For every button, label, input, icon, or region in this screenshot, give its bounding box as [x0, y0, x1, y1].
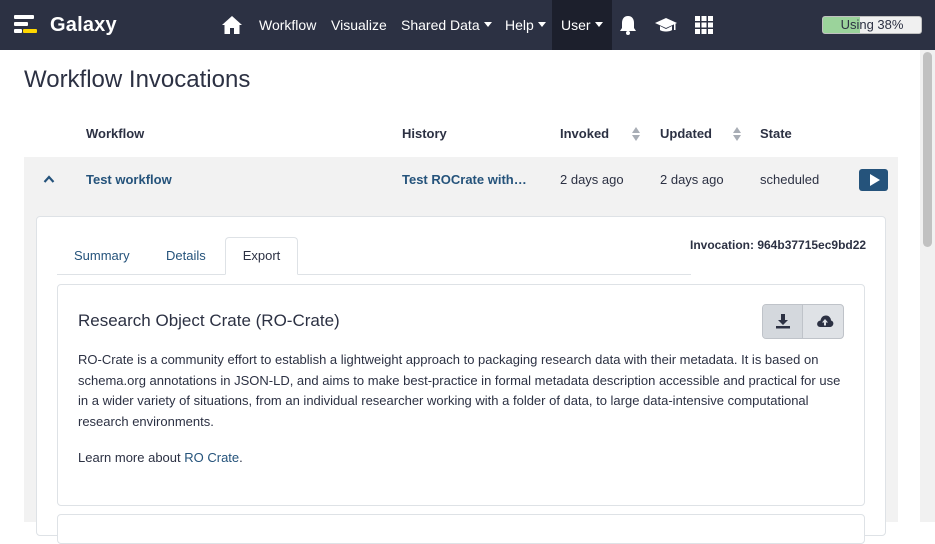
tab-summary[interactable]: Summary	[74, 248, 130, 263]
column-header-history: History	[402, 126, 447, 141]
chevron-up-icon[interactable]	[43, 174, 55, 184]
learn-more-suffix: .	[239, 450, 243, 465]
brand-link[interactable]: Galaxy	[14, 11, 117, 39]
grid-icon[interactable]	[693, 14, 715, 36]
download-icon	[776, 314, 790, 329]
column-header-state: State	[760, 126, 792, 141]
top-navbar: Galaxy Workflow Visualize Shared Data He…	[0, 0, 935, 50]
scrollbar-thumb[interactable]	[923, 52, 932, 247]
nav-shared-data-label: Shared Data	[401, 17, 480, 33]
invocation-state: scheduled	[760, 172, 820, 187]
nav-user-label: User	[561, 17, 591, 33]
invoked-time: 2 days ago	[560, 172, 624, 187]
column-header-updated[interactable]: Updated	[660, 126, 712, 141]
cloud-upload-icon	[817, 315, 834, 327]
tab-details[interactable]: Details	[166, 248, 206, 263]
invocation-id: Invocation: 964b37715ec9bd22	[690, 238, 867, 252]
sort-icon[interactable]	[631, 126, 641, 142]
column-header-invoked[interactable]: Invoked	[560, 126, 609, 141]
ro-crate-title: Research Object Crate (RO-Crate)	[78, 311, 340, 330]
quota-meter-label: Using 38%	[840, 17, 904, 32]
export-button-group	[762, 304, 844, 339]
ro-crate-link[interactable]: RO Crate	[184, 450, 239, 465]
history-name-link[interactable]: Test ROCrate with…	[402, 172, 527, 187]
graduation-cap-icon[interactable]	[654, 14, 678, 36]
column-header-workflow: Workflow	[86, 126, 145, 141]
download-button[interactable]	[763, 305, 803, 338]
nav-visualize[interactable]: Visualize	[331, 0, 387, 50]
quota-meter[interactable]: Using 38%	[822, 16, 922, 34]
home-icon[interactable]	[221, 14, 243, 36]
nav-user[interactable]: User	[552, 0, 612, 50]
ro-crate-description: RO-Crate is a community effort to establ…	[78, 352, 841, 429]
page-scrollbar[interactable]	[920, 50, 935, 522]
updated-time: 2 days ago	[660, 172, 724, 187]
bell-icon[interactable]	[617, 14, 639, 36]
next-export-card	[57, 514, 865, 544]
learn-more-text: Learn more about RO Crate.	[78, 448, 243, 468]
tabs-divider	[57, 274, 691, 275]
export-to-remote-button[interactable]	[804, 305, 843, 338]
run-workflow-button[interactable]	[859, 169, 888, 191]
sort-icon[interactable]	[732, 126, 742, 142]
tab-export[interactable]: Export	[225, 237, 298, 275]
nav-help[interactable]: Help	[505, 0, 546, 50]
nav-help-label: Help	[505, 17, 534, 33]
galaxy-logo-icon	[14, 13, 38, 37]
workflow-name-link[interactable]: Test workflow	[86, 172, 172, 187]
page-title: Workflow Invocations	[24, 66, 251, 93]
nav-workflow[interactable]: Workflow	[259, 0, 316, 50]
nav-shared-data[interactable]: Shared Data	[401, 0, 492, 50]
brand-title: Galaxy	[50, 13, 117, 36]
learn-more-prefix: Learn more about	[78, 450, 185, 465]
